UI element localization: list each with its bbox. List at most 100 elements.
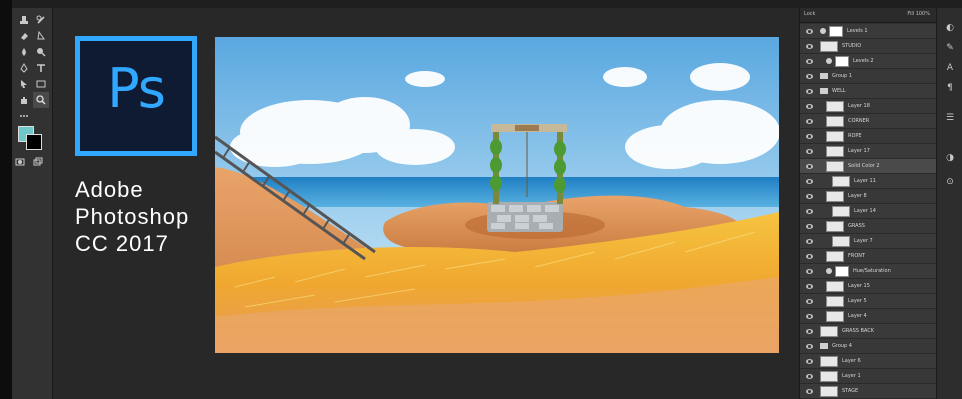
layer-row[interactable]: Hue/Saturation bbox=[800, 264, 936, 279]
stamp-tool-icon[interactable] bbox=[16, 12, 32, 28]
layer-name: Layer 18 bbox=[848, 103, 870, 109]
layer-row[interactable]: Layer 1 bbox=[800, 369, 936, 384]
layer-thumbnail[interactable] bbox=[832, 236, 850, 247]
visibility-eye-icon[interactable] bbox=[806, 149, 813, 154]
layer-thumbnail[interactable] bbox=[832, 176, 850, 187]
visibility-eye-icon[interactable] bbox=[806, 179, 813, 184]
layer-row[interactable]: CORNER bbox=[800, 114, 936, 129]
brush-panel-icon[interactable]: ✎ bbox=[944, 42, 956, 54]
layer-thumbnail[interactable] bbox=[820, 386, 838, 397]
layer-thumbnail[interactable] bbox=[826, 146, 844, 157]
visibility-eye-icon[interactable] bbox=[806, 104, 813, 109]
visibility-eye-icon[interactable] bbox=[806, 44, 813, 49]
layer-row[interactable]: STUDIO bbox=[800, 39, 936, 54]
layer-row[interactable]: Levels 2 bbox=[800, 54, 936, 69]
layer-thumbnail[interactable] bbox=[826, 101, 844, 112]
layer-row[interactable]: Layer 18 bbox=[800, 99, 936, 114]
visibility-eye-icon[interactable] bbox=[806, 374, 813, 379]
visibility-eye-icon[interactable] bbox=[806, 209, 813, 214]
path-select-icon[interactable] bbox=[16, 76, 32, 92]
layer-row[interactable]: GRASS BACK bbox=[800, 324, 936, 339]
visibility-eye-icon[interactable] bbox=[806, 344, 813, 349]
more-tools-icon[interactable] bbox=[16, 108, 32, 124]
eraser-tool-icon[interactable] bbox=[16, 28, 32, 44]
layer-row[interactable]: STAGE bbox=[800, 384, 936, 399]
layer-row[interactable]: Group 1 bbox=[800, 69, 936, 84]
layer-thumbnail[interactable] bbox=[826, 311, 844, 322]
layer-row[interactable]: Layer 7 bbox=[800, 234, 936, 249]
layer-thumbnail[interactable] bbox=[820, 371, 838, 382]
visibility-eye-icon[interactable] bbox=[806, 119, 813, 124]
visibility-eye-icon[interactable] bbox=[806, 314, 813, 319]
layer-thumbnail[interactable] bbox=[826, 281, 844, 292]
dodge-tool-icon[interactable] bbox=[33, 44, 49, 60]
layer-thumbnail[interactable] bbox=[826, 221, 844, 232]
layer-thumbnail[interactable] bbox=[826, 161, 844, 172]
background-color-swatch[interactable] bbox=[26, 134, 42, 150]
character-panel-icon[interactable]: A bbox=[944, 62, 956, 74]
layer-row[interactable]: Layer 15 bbox=[800, 279, 936, 294]
adjustments-panel-icon[interactable]: ◑ bbox=[944, 152, 956, 164]
color-panel-icon[interactable]: ◐ bbox=[944, 22, 956, 34]
visibility-eye-icon[interactable] bbox=[806, 239, 813, 244]
visibility-eye-icon[interactable] bbox=[806, 329, 813, 334]
layer-row[interactable]: FRONT bbox=[800, 249, 936, 264]
visibility-eye-icon[interactable] bbox=[806, 284, 813, 289]
visibility-eye-icon[interactable] bbox=[806, 269, 813, 274]
visibility-eye-icon[interactable] bbox=[806, 299, 813, 304]
layer-name: Levels 2 bbox=[853, 58, 874, 64]
folder-icon bbox=[820, 343, 828, 349]
layer-row[interactable]: Layer 17 bbox=[800, 144, 936, 159]
gradient-tool-icon[interactable] bbox=[33, 28, 49, 44]
visibility-eye-icon[interactable] bbox=[806, 389, 813, 394]
visibility-eye-icon[interactable] bbox=[806, 194, 813, 199]
layer-thumbnail[interactable] bbox=[826, 296, 844, 307]
hand-tool-icon[interactable] bbox=[16, 92, 32, 108]
visibility-eye-icon[interactable] bbox=[806, 89, 813, 94]
layer-thumbnail[interactable] bbox=[826, 131, 844, 142]
layer-row[interactable]: WELL bbox=[800, 84, 936, 99]
screen-mode-icon[interactable] bbox=[30, 154, 46, 170]
layer-mask-thumbnail[interactable] bbox=[835, 266, 849, 277]
zoom-tool-icon[interactable] bbox=[33, 92, 49, 108]
layer-thumbnail[interactable] bbox=[826, 116, 844, 127]
layer-row[interactable]: Group 4 bbox=[800, 339, 936, 354]
layer-row[interactable]: Layer 4 bbox=[800, 309, 936, 324]
history-brush-icon[interactable] bbox=[33, 12, 49, 28]
visibility-eye-icon[interactable] bbox=[806, 29, 813, 34]
blur-tool-icon[interactable] bbox=[16, 44, 32, 60]
visibility-eye-icon[interactable] bbox=[806, 74, 813, 79]
pen-tool-icon[interactable] bbox=[16, 60, 32, 76]
document-canvas[interactable] bbox=[215, 37, 779, 353]
layer-row[interactable]: Layer 5 bbox=[800, 294, 936, 309]
layer-thumbnail[interactable] bbox=[826, 191, 844, 202]
layer-row[interactable]: GRASS bbox=[800, 219, 936, 234]
layer-row[interactable]: Layer 11 bbox=[800, 174, 936, 189]
visibility-eye-icon[interactable] bbox=[806, 164, 813, 169]
paragraph-panel-icon[interactable]: ¶ bbox=[944, 82, 956, 94]
visibility-eye-icon[interactable] bbox=[806, 254, 813, 259]
visibility-eye-icon[interactable] bbox=[806, 359, 813, 364]
rectangle-tool-icon[interactable] bbox=[33, 76, 49, 92]
layer-mask-thumbnail[interactable] bbox=[829, 26, 843, 37]
visibility-eye-icon[interactable] bbox=[806, 224, 813, 229]
layer-row[interactable]: Layer 8 bbox=[800, 189, 936, 204]
type-tool-icon[interactable] bbox=[33, 60, 49, 76]
layer-row[interactable]: Solid Color 2 bbox=[800, 159, 936, 174]
layer-thumbnail[interactable] bbox=[820, 356, 838, 367]
layer-thumbnail[interactable] bbox=[820, 326, 838, 337]
quick-mask-icon[interactable] bbox=[12, 154, 28, 170]
fill-label[interactable]: Fill 100% bbox=[907, 11, 930, 17]
layer-row[interactable]: ROPE bbox=[800, 129, 936, 144]
layer-mask-thumbnail[interactable] bbox=[835, 56, 849, 67]
visibility-eye-icon[interactable] bbox=[806, 134, 813, 139]
layer-thumbnail[interactable] bbox=[820, 41, 838, 52]
layer-row[interactable]: Layer 6 bbox=[800, 354, 936, 369]
visibility-eye-icon[interactable] bbox=[806, 59, 813, 64]
layer-thumbnail[interactable] bbox=[832, 206, 850, 217]
layer-row[interactable]: Levels 1 bbox=[800, 24, 936, 39]
layer-thumbnail[interactable] bbox=[826, 251, 844, 262]
properties-panel-icon[interactable]: ☰ bbox=[944, 112, 956, 124]
layer-row[interactable]: Layer 14 bbox=[800, 204, 936, 219]
styles-panel-icon[interactable]: ⊙ bbox=[944, 176, 956, 188]
